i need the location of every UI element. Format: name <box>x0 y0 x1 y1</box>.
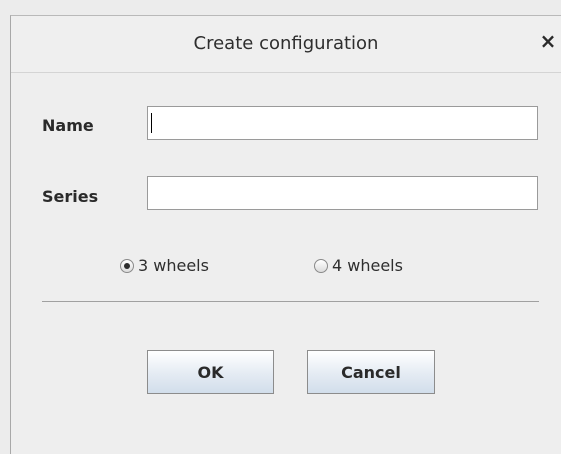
series-field[interactable] <box>147 176 538 210</box>
title-bar[interactable]: Create configuration × <box>11 16 561 73</box>
cancel-button[interactable]: Cancel <box>307 350 435 394</box>
name-field[interactable] <box>147 106 538 140</box>
separator <box>42 301 539 302</box>
ok-button[interactable]: OK <box>147 350 274 394</box>
radio-unselected-icon[interactable] <box>314 258 328 273</box>
radio-4-wheels[interactable]: 4 wheels <box>314 256 403 275</box>
name-label: Name <box>42 116 94 135</box>
wheels-radio-group: 3 wheels 4 wheels <box>11 256 561 280</box>
close-icon[interactable]: × <box>537 28 559 54</box>
radio-3-wheels[interactable]: 3 wheels <box>120 256 209 275</box>
create-configuration-dialog: Create configuration × Name Series 3 whe… <box>10 15 561 454</box>
dialog-body: Name Series 3 wheels 4 wheels OK Cancel <box>11 73 561 454</box>
dialog-title: Create configuration <box>193 33 379 54</box>
radio-4-wheels-label: 4 wheels <box>332 256 403 275</box>
series-label: Series <box>42 187 99 206</box>
text-caret <box>151 113 152 133</box>
radio-3-wheels-label: 3 wheels <box>138 256 209 275</box>
radio-selected-icon[interactable] <box>120 258 134 273</box>
